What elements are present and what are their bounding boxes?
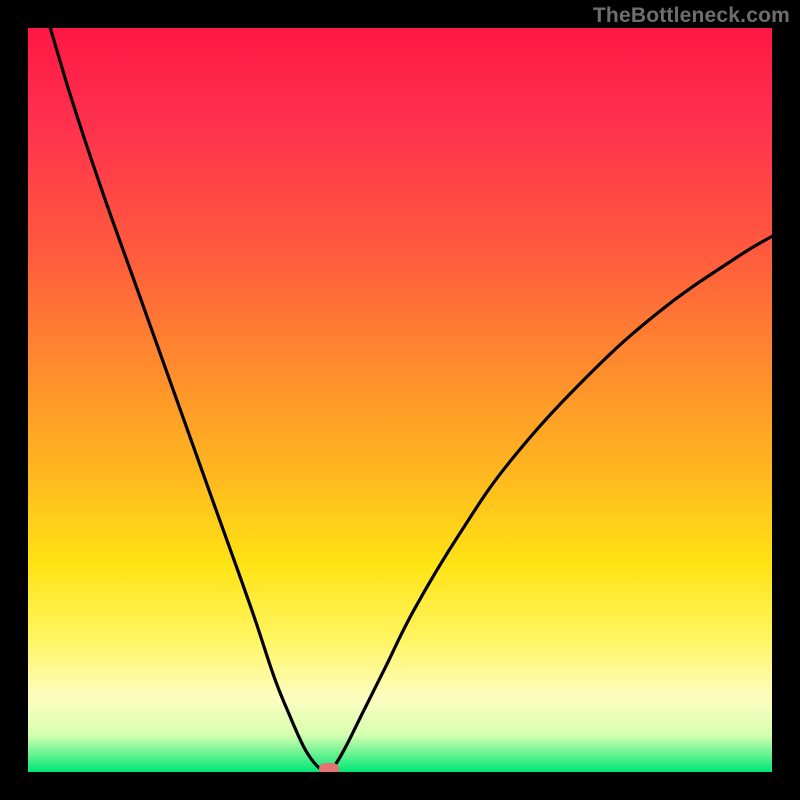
chart-frame: TheBottleneck.com — [0, 0, 800, 800]
minimum-marker — [319, 763, 339, 772]
bottleneck-curve — [28, 28, 772, 772]
watermark-text: TheBottleneck.com — [593, 4, 790, 28]
plot-area — [28, 28, 772, 772]
